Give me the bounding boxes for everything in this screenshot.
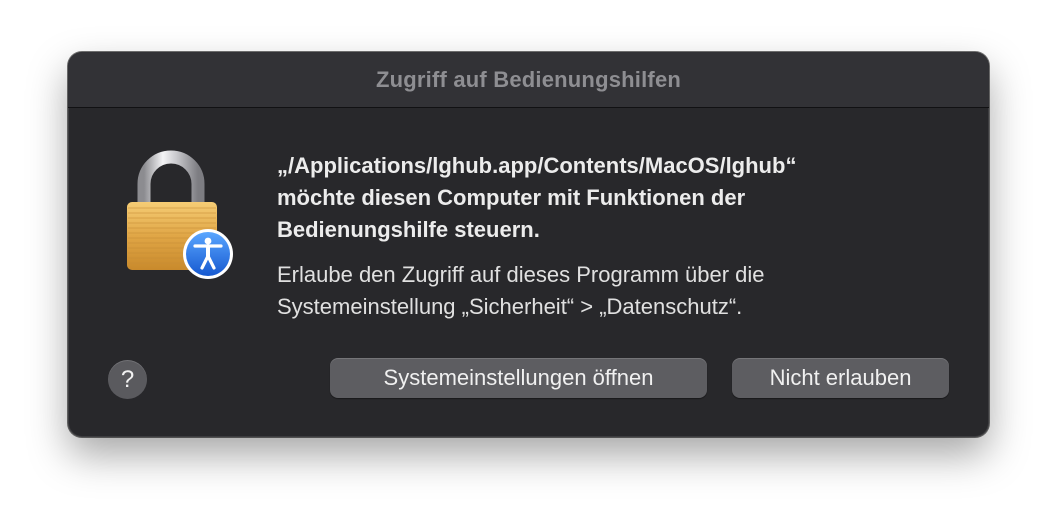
help-icon: ? (120, 365, 135, 393)
headline-line: möchte diesen Computer mit Funktionen de… (277, 185, 746, 210)
body-line: Erlaube den Zugriff auf dieses Programm … (277, 262, 765, 287)
headline-line: Bedienungshilfe steuern. (277, 217, 540, 242)
dialog-titlebar: Zugriff auf Bedienungshilfen (68, 52, 989, 108)
dialog-title: Zugriff auf Bedienungshilfen (375, 66, 682, 92)
open-system-preferences-button[interactable]: Systemeinstellungen öffnen (330, 358, 707, 398)
accessibility-permission-dialog: Zugriff auf Bedienungshilfen „/Applicati… (68, 52, 989, 437)
lock-icon (124, 150, 236, 280)
dialog-body-text: Erlaube den Zugriff auf dieses Programm … (277, 259, 957, 323)
deny-button[interactable]: Nicht erlauben (732, 358, 949, 398)
accessibility-icon (183, 229, 233, 279)
dialog-message: „/Applications/lghub.app/Contents/MacOS/… (277, 150, 957, 323)
dialog-headline: „/Applications/lghub.app/Contents/MacOS/… (277, 150, 957, 246)
headline-line: „/Applications/lghub.app/Contents/MacOS/… (277, 153, 797, 178)
help-button[interactable]: ? (108, 360, 147, 399)
body-line: Systemeinstellung „Sicherheit“ > „Datens… (277, 294, 743, 319)
